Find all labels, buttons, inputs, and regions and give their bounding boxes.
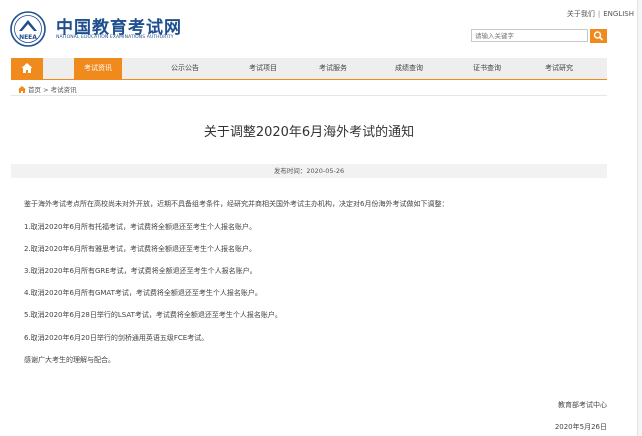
article-paragraph-thanks: 感谢广大考生的理解与配合。 <box>24 356 115 364</box>
search-button[interactable] <box>590 29 607 43</box>
nav-item-exam-programs[interactable]: 考试项目 <box>239 58 287 79</box>
neea-logo-icon[interactable]: NEEA <box>10 11 46 47</box>
top-links: 关于我们 | ENGLISH <box>567 9 634 19</box>
article-paragraph-5: 5.取消2020年6月28日举行的LSAT考试，考试费将全额退还至考生个人报名账… <box>24 311 282 319</box>
article-paragraph-1: 1.取消2020年6月所有托福考试，考试费将全额退还至考生个人报名账户。 <box>24 223 256 231</box>
signature-organization: 教育部考试中心 <box>558 401 607 409</box>
article-paragraph-3: 3.取消2020年6月所有GRE考试，考试费将全额退还至考生个人报名账户。 <box>24 267 257 275</box>
breadcrumb-current[interactable]: 考试资讯 <box>51 86 77 94</box>
nav-item-score-lookup[interactable]: 成绩查询 <box>385 58 433 79</box>
main-nav: 考试资讯 公示公告 考试项目 考试服务 成绩查询 证书查询 考试研究 <box>11 58 607 79</box>
publish-label: 发布时间： <box>273 167 307 175</box>
search-icon <box>593 31 603 41</box>
article-paragraph-intro: 鉴于海外考试考点所在高校尚未对外开放，近期不具备组考条件，经研究并商相关国外考试… <box>24 200 449 208</box>
about-us-link[interactable]: 关于我们 <box>567 10 595 18</box>
nav-underline <box>11 79 607 80</box>
article-paragraph-2: 2.取消2020年6月所有雅思考试，考试费将全额退还至考生个人报名账户。 <box>24 245 256 253</box>
breadcrumb-divider <box>11 95 607 96</box>
publish-date: 2020-05-26 <box>306 167 345 175</box>
article-paragraph-6: 6.取消2020年6月20日举行的剑桥通用英语五级FCE考试。 <box>24 334 209 342</box>
article-title: 关于调整2020年6月海外考试的通知 <box>203 125 415 140</box>
home-icon <box>18 86 26 93</box>
search-input[interactable] <box>471 29 588 42</box>
home-icon <box>21 63 33 73</box>
site-subtitle: NATIONAL EDUCATION EXAMINATIONS AUTHORIT… <box>56 35 174 40</box>
nav-item-certificate-lookup[interactable]: 证书查询 <box>463 58 511 79</box>
publish-info: 发布时间：2020-05-26 <box>11 164 607 178</box>
breadcrumb: 首页 > 考试资讯 <box>18 84 77 94</box>
nav-item-announcements[interactable]: 公示公告 <box>161 58 209 79</box>
page: NEEA 中国教育考试网 NATIONAL EDUCATION EXAMINAT… <box>0 0 642 436</box>
nav-home-button[interactable] <box>11 58 43 79</box>
breadcrumb-home[interactable]: 首页 <box>28 86 41 94</box>
nav-item-exam-research[interactable]: 考试研究 <box>535 58 583 79</box>
article-paragraph-4: 4.取消2020年6月所有GMAT考试，考试费将全额退还至考生个人报名账户。 <box>24 289 262 297</box>
nav-item-exam-news[interactable]: 考试资讯 <box>74 58 122 79</box>
breadcrumb-separator: > <box>43 86 49 94</box>
logo-mark-text: NEEA <box>19 34 37 41</box>
signature-date: 2020年5月26日 <box>554 423 607 431</box>
page-scrollbar[interactable] <box>637 0 642 436</box>
nav-item-exam-services[interactable]: 考试服务 <box>309 58 357 79</box>
english-link[interactable]: ENGLISH <box>603 10 634 18</box>
top-link-separator: | <box>597 10 601 18</box>
